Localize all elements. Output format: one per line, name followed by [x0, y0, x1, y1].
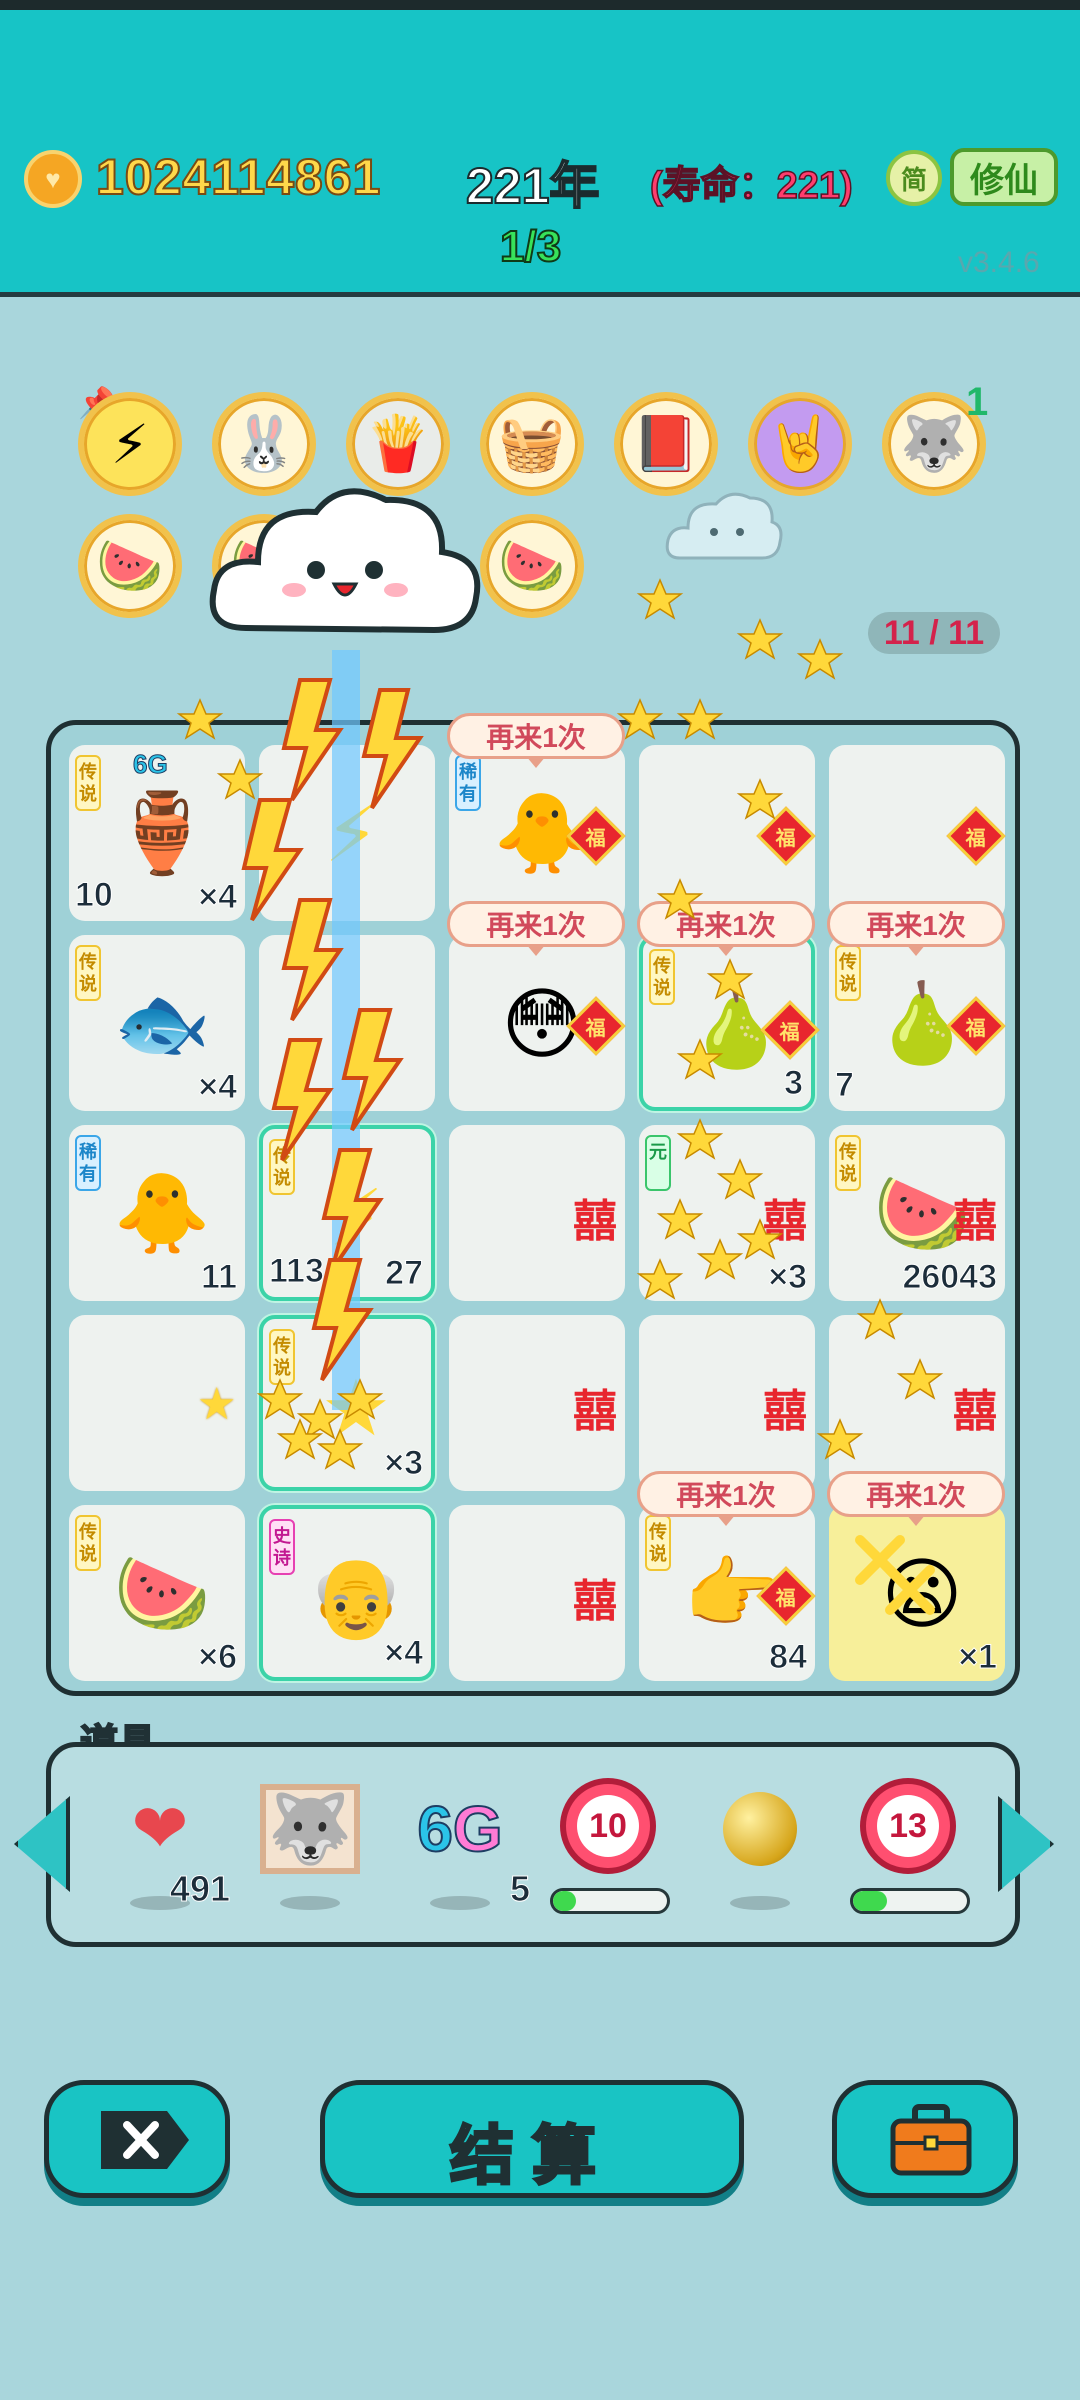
item-gold-ball[interactable] [700, 1770, 820, 1920]
item-count: 5 [509, 1868, 530, 1910]
gold-ball-icon [710, 1784, 810, 1874]
inventory-button[interactable] [832, 2080, 1018, 2198]
progress-fill [853, 1891, 888, 1911]
close-icon [101, 2111, 189, 2169]
settle-label: 结算 [449, 2119, 614, 2194]
item-6g[interactable]: 6G 5 [400, 1770, 531, 1920]
exit-button[interactable] [44, 2080, 230, 2198]
6g-icon: 6G [416, 1792, 503, 1866]
briefcase-icon [890, 2104, 972, 2176]
item-liver[interactable]: ❤ 491 [100, 1770, 231, 1920]
liver-icon: ❤ [131, 1790, 189, 1867]
progress-fill [553, 1891, 576, 1911]
item-shadow [730, 1896, 790, 1910]
settle-button[interactable]: 结算 [320, 2080, 744, 2198]
target-icon: 13 [860, 1778, 956, 1874]
item-shadow [280, 1896, 340, 1910]
item-progress-bar [850, 1888, 970, 1914]
item-shadow [430, 1896, 490, 1910]
effects-overlay [176, 578, 944, 1615]
item-count: 491 [169, 1868, 230, 1910]
item-target-10[interactable]: 10 [550, 1770, 670, 1920]
cross-marks [855, 1535, 935, 1615]
item-progress-bar [550, 1888, 670, 1914]
portrait-frame-icon: 🐺 [260, 1784, 360, 1874]
item-target-13[interactable]: 13 [850, 1770, 970, 1920]
item-husky-portrait[interactable]: 🐺 [250, 1770, 370, 1920]
target-icon: 10 [560, 1778, 656, 1874]
